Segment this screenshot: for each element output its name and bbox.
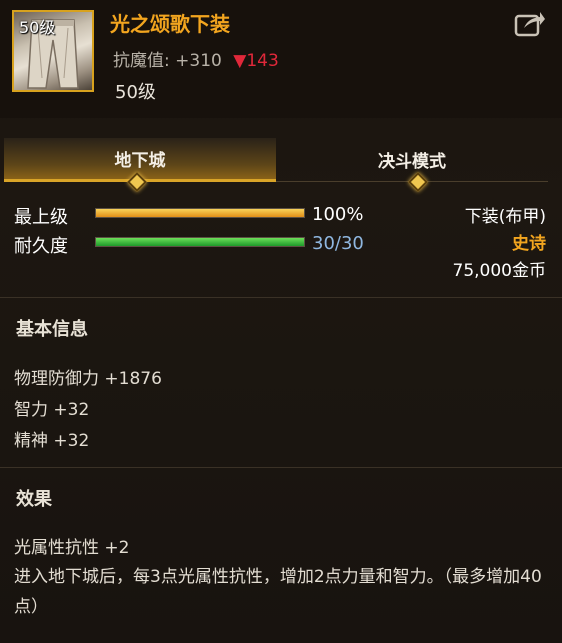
item-price: 75,000金币 bbox=[452, 261, 546, 281]
item-header: 50级 光之颂歌下装 抗魔值: +310 ▼143 50级 bbox=[0, 0, 562, 118]
item-rarity: 史诗 bbox=[512, 234, 546, 254]
required-level: 50级 bbox=[115, 82, 156, 103]
item-tooltip: 50级 光之颂歌下装 抗魔值: +310 ▼143 50级 地下城 决斗模式 最… bbox=[0, 0, 562, 643]
durability-bar-fill bbox=[96, 238, 304, 246]
effect-title: 效果 bbox=[16, 489, 52, 510]
stat-line: 智力 +32 bbox=[14, 400, 90, 420]
divider bbox=[0, 297, 562, 298]
stat-line: 物理防御力 +1876 bbox=[14, 369, 162, 389]
max-level-bar-fill bbox=[96, 209, 304, 217]
item-name: 光之颂歌下装 bbox=[110, 12, 230, 36]
item-slot: 下装(布甲) bbox=[464, 207, 546, 227]
durability-value: 30/30 bbox=[312, 233, 364, 254]
max-level-bar bbox=[95, 208, 305, 218]
max-level-value: 100% bbox=[312, 204, 364, 225]
max-level-label: 最上级 bbox=[14, 207, 68, 228]
effect-description: 进入地下城后，每3点光属性抗性，增加2点力量和智力。（最多增加40点） bbox=[14, 567, 542, 617]
tab-duel-label: 决斗模式 bbox=[378, 152, 446, 172]
stat-line: 精神 +32 bbox=[14, 431, 90, 451]
basic-info-title: 基本信息 bbox=[16, 319, 88, 340]
mode-tabs: 地下城 决斗模式 bbox=[0, 138, 562, 192]
effect-line: 光属性抗性 +2 bbox=[14, 538, 130, 558]
resist-diff: ▼143 bbox=[233, 51, 279, 71]
durability-label: 耐久度 bbox=[14, 236, 68, 257]
item-thumbnail[interactable]: 50级 bbox=[12, 10, 94, 92]
tab-duel[interactable]: 决斗模式 bbox=[276, 138, 548, 182]
item-level-badge: 50级 bbox=[19, 18, 56, 37]
share-arrow-icon[interactable] bbox=[514, 10, 546, 38]
tab-dungeon-label: 地下城 bbox=[114, 151, 166, 171]
divider bbox=[0, 467, 562, 468]
magic-resist: 抗魔值: +310 ▼143 bbox=[113, 46, 279, 71]
durability-bar bbox=[95, 237, 305, 247]
resist-value: +310 bbox=[175, 51, 222, 71]
resist-label: 抗魔值: bbox=[113, 51, 170, 71]
